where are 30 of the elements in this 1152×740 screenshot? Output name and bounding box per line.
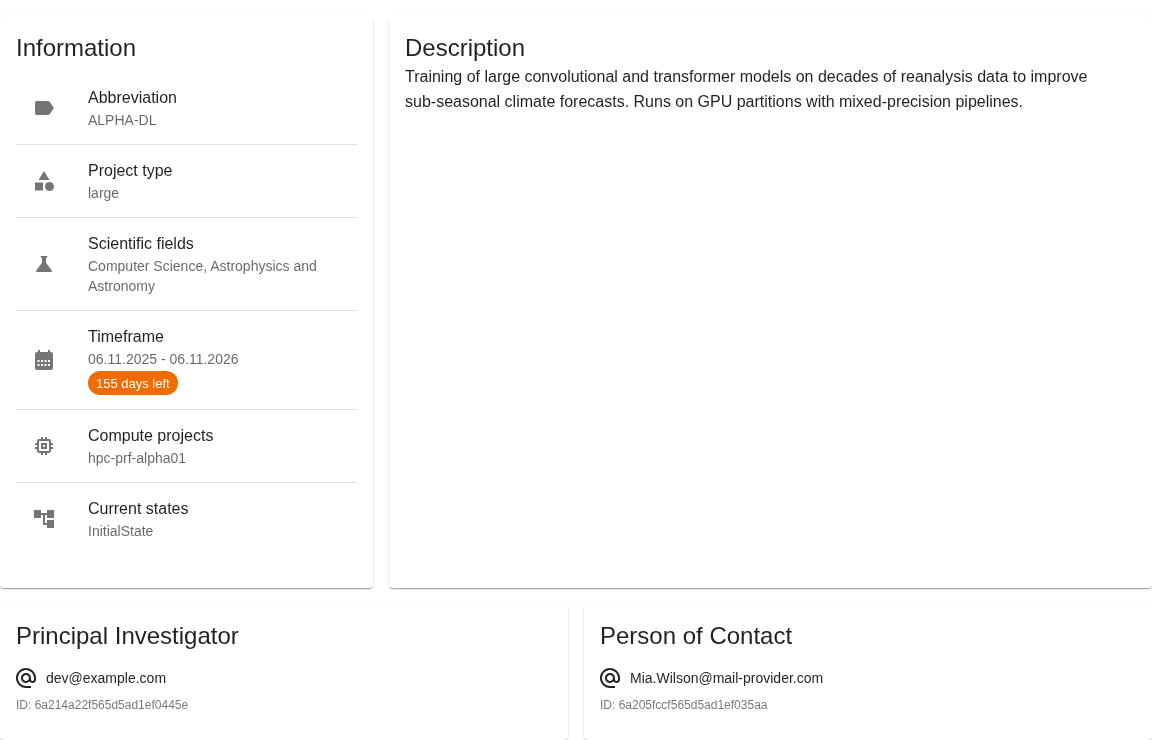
card-title: Principal Investigator xyxy=(16,621,240,651)
field-value: InitialState xyxy=(88,522,154,541)
at-sign-icon xyxy=(16,668,36,688)
field-value: Computer Science, Astrophysics and Astronomy xyxy=(88,257,318,296)
email-text: Mia.Wilson@mail-provider.com xyxy=(630,669,824,688)
field-label: Compute projects xyxy=(88,426,214,446)
tree-icon xyxy=(34,510,54,528)
id-text: ID: 6a205fccf565d5ad1ef035aa xyxy=(600,697,768,714)
days-left-badge: 155 days left xyxy=(88,371,178,395)
calendar-icon xyxy=(35,350,53,370)
at-sign-icon xyxy=(600,668,620,688)
field-value: large xyxy=(88,184,120,203)
email-text: dev@example.com xyxy=(46,669,167,688)
field-label: Timeframe xyxy=(88,327,164,347)
flask-icon xyxy=(36,256,52,272)
id-text: ID: 6a214a22f565d5ad1ef0445e xyxy=(16,697,189,714)
field-label: Scientific fields xyxy=(88,234,194,254)
card-title: Information xyxy=(16,33,138,63)
field-label: Current states xyxy=(88,499,189,519)
card-title: Person of Contact xyxy=(600,621,794,651)
card-title: Description xyxy=(405,33,527,63)
tag-icon xyxy=(34,101,54,115)
description-text: Training of large convolutional and transformer models on decades of reanalysis data to improve sub-seasonal climate forecasts. Runs on GPU partitions with mixed-precision pipelines. xyxy=(405,67,1089,112)
field-label: Abbreviation xyxy=(88,88,177,108)
field-value: ALPHA-DL xyxy=(88,111,157,130)
field-value: hpc-prf-alpha01 xyxy=(88,449,187,468)
shapes-icon xyxy=(34,171,54,191)
field-value: 06.11.2025 - 06.11.2026 xyxy=(88,350,239,369)
chip-icon xyxy=(35,437,53,455)
field-label: Project type xyxy=(88,161,173,181)
